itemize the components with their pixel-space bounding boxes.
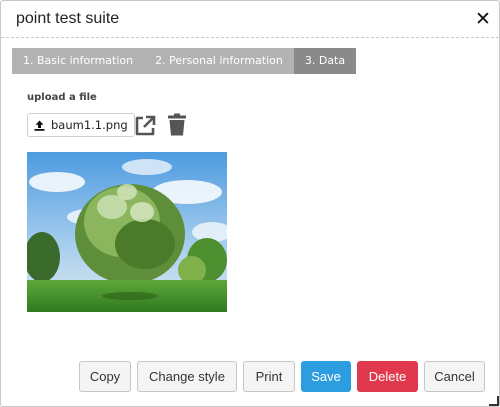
change-style-button[interactable]: Change style bbox=[137, 361, 237, 392]
upload-icon bbox=[34, 120, 45, 131]
close-icon[interactable]: ✕ bbox=[475, 9, 491, 29]
trash-icon[interactable] bbox=[166, 113, 188, 137]
uploaded-image-preview bbox=[27, 152, 227, 312]
step-data[interactable]: 3. Data bbox=[293, 48, 357, 74]
step-basic-information[interactable]: 1. Basic information bbox=[12, 48, 145, 74]
dialog-titlebar: point test suite ✕ bbox=[1, 1, 499, 38]
upload-label: upload a file bbox=[27, 92, 97, 103]
wizard-steps: 1. Basic information 2. Personal informa… bbox=[12, 48, 357, 74]
resize-handle[interactable] bbox=[489, 396, 499, 406]
file-name: baum1.1.png bbox=[51, 118, 128, 132]
delete-button[interactable]: Delete bbox=[357, 361, 418, 392]
save-button[interactable]: Save bbox=[301, 361, 351, 392]
external-link-icon[interactable] bbox=[133, 114, 157, 138]
cancel-button[interactable]: Cancel bbox=[424, 361, 485, 392]
copy-button[interactable]: Copy bbox=[79, 361, 131, 392]
file-upload-button[interactable]: baum1.1.png bbox=[27, 113, 135, 137]
print-button[interactable]: Print bbox=[243, 361, 295, 392]
step-personal-information[interactable]: 2. Personal information bbox=[144, 48, 294, 74]
dialog: point test suite ✕ 1. Basic information … bbox=[0, 0, 500, 407]
dialog-footer: Copy Change style Print Save Delete Canc… bbox=[79, 361, 485, 392]
dialog-title: point test suite bbox=[16, 10, 120, 27]
